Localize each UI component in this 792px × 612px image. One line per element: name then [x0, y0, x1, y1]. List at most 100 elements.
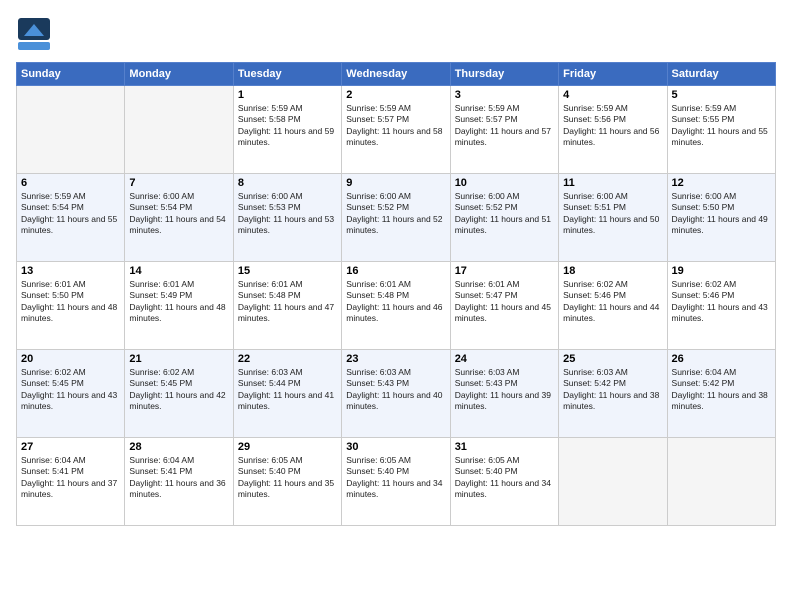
- calendar-cell: 5 Sunrise: 5:59 AM Sunset: 5:55 PM Daylig…: [667, 86, 775, 174]
- calendar-cell: 24 Sunrise: 6:03 AM Sunset: 5:43 PM Dayli…: [450, 350, 558, 438]
- day-number: 23: [346, 353, 445, 365]
- page-header: [16, 16, 776, 52]
- day-info: Sunrise: 6:02 AM Sunset: 5:46 PM Dayligh…: [672, 279, 771, 325]
- day-number: 15: [238, 265, 337, 277]
- calendar-cell: 22 Sunrise: 6:03 AM Sunset: 5:44 PM Dayli…: [233, 350, 341, 438]
- day-info: Sunrise: 5:59 AM Sunset: 5:57 PM Dayligh…: [455, 103, 554, 149]
- day-number: 21: [129, 353, 228, 365]
- calendar-cell: 1 Sunrise: 5:59 AM Sunset: 5:58 PM Daylig…: [233, 86, 341, 174]
- day-info: Sunrise: 6:04 AM Sunset: 5:42 PM Dayligh…: [672, 367, 771, 413]
- day-number: 25: [563, 353, 662, 365]
- calendar-week-2: 6 Sunrise: 5:59 AM Sunset: 5:54 PM Daylig…: [17, 174, 776, 262]
- calendar-cell: 2Sunrise: 5:59 AM Sunset: 5:57 PM Daylig…: [342, 86, 450, 174]
- day-info: Sunrise: 6:03 AM Sunset: 5:43 PM Dayligh…: [346, 367, 445, 413]
- calendar-week-4: 20 Sunrise: 6:02 AM Sunset: 5:45 PM Dayli…: [17, 350, 776, 438]
- day-info: Sunrise: 6:00 AM Sunset: 5:53 PM Dayligh…: [238, 191, 337, 237]
- calendar-header-saturday: Saturday: [667, 63, 775, 86]
- calendar-cell: 20 Sunrise: 6:02 AM Sunset: 5:45 PM Dayli…: [17, 350, 125, 438]
- calendar-cell: [125, 86, 233, 174]
- calendar-cell: [559, 438, 667, 526]
- day-number: 17: [455, 265, 554, 277]
- day-number: 31: [455, 441, 554, 453]
- calendar-cell: 10 Sunrise: 6:00 AM Sunset: 5:52 PM Dayli…: [450, 174, 558, 262]
- calendar-cell: 16 Sunrise: 6:01 AM Sunset: 5:48 PM Dayli…: [342, 262, 450, 350]
- calendar-cell: 30Sunrise: 6:05 AM Sunset: 5:40 PM Dayli…: [342, 438, 450, 526]
- day-info: Sunrise: 6:00 AM Sunset: 5:50 PM Dayligh…: [672, 191, 771, 237]
- calendar-cell: 6 Sunrise: 5:59 AM Sunset: 5:54 PM Daylig…: [17, 174, 125, 262]
- calendar-cell: 21 Sunrise: 6:02 AM Sunset: 5:45 PM Dayli…: [125, 350, 233, 438]
- calendar-header-thursday: Thursday: [450, 63, 558, 86]
- day-info: Sunrise: 6:01 AM Sunset: 5:49 PM Dayligh…: [129, 279, 228, 325]
- calendar-cell: 28Sunrise: 6:04 AM Sunset: 5:41 PM Dayli…: [125, 438, 233, 526]
- day-info: Sunrise: 5:59 AM Sunset: 5:58 PM Dayligh…: [238, 103, 337, 149]
- day-number: 16: [346, 265, 445, 277]
- calendar-body: 1 Sunrise: 5:59 AM Sunset: 5:58 PM Daylig…: [17, 86, 776, 526]
- calendar-cell: [17, 86, 125, 174]
- calendar-cell: 11Sunrise: 6:00 AM Sunset: 5:51 PM Dayli…: [559, 174, 667, 262]
- day-info: Sunrise: 6:03 AM Sunset: 5:44 PM Dayligh…: [238, 367, 337, 413]
- day-info: Sunrise: 6:03 AM Sunset: 5:42 PM Dayligh…: [563, 367, 662, 413]
- day-number: 20: [21, 353, 120, 365]
- day-info: Sunrise: 5:59 AM Sunset: 5:54 PM Dayligh…: [21, 191, 120, 237]
- calendar-header-wednesday: Wednesday: [342, 63, 450, 86]
- calendar-cell: 19 Sunrise: 6:02 AM Sunset: 5:46 PM Dayli…: [667, 262, 775, 350]
- day-number: 29: [238, 441, 337, 453]
- calendar-cell: 9 Sunrise: 6:00 AM Sunset: 5:52 PM Daylig…: [342, 174, 450, 262]
- day-info: Sunrise: 6:00 AM Sunset: 5:52 PM Dayligh…: [346, 191, 445, 237]
- day-number: 10: [455, 177, 554, 189]
- calendar-cell: 27 Sunrise: 6:04 AM Sunset: 5:41 PM Dayli…: [17, 438, 125, 526]
- calendar-cell: 12 Sunrise: 6:00 AM Sunset: 5:50 PM Dayli…: [667, 174, 775, 262]
- day-number: 13: [21, 265, 120, 277]
- day-number: 18: [563, 265, 662, 277]
- day-info: Sunrise: 6:01 AM Sunset: 5:47 PM Dayligh…: [455, 279, 554, 325]
- day-number: 7: [129, 177, 228, 189]
- day-number: 9: [346, 177, 445, 189]
- day-number: 19: [672, 265, 771, 277]
- day-info: Sunrise: 6:00 AM Sunset: 5:54 PM Dayligh…: [129, 191, 228, 237]
- calendar-cell: 15Sunrise: 6:01 AM Sunset: 5:48 PM Dayli…: [233, 262, 341, 350]
- calendar-header-row: SundayMondayTuesdayWednesdayThursdayFrid…: [17, 63, 776, 86]
- day-number: 30: [346, 441, 445, 453]
- day-info: Sunrise: 6:00 AM Sunset: 5:52 PM Dayligh…: [455, 191, 554, 237]
- logo: [16, 16, 56, 52]
- calendar-cell: 25 Sunrise: 6:03 AM Sunset: 5:42 PM Dayli…: [559, 350, 667, 438]
- day-info: Sunrise: 6:02 AM Sunset: 5:45 PM Dayligh…: [21, 367, 120, 413]
- calendar-cell: [667, 438, 775, 526]
- day-info: Sunrise: 5:59 AM Sunset: 5:55 PM Dayligh…: [672, 103, 771, 149]
- calendar-header-friday: Friday: [559, 63, 667, 86]
- day-info: Sunrise: 6:01 AM Sunset: 5:48 PM Dayligh…: [346, 279, 445, 325]
- day-number: 27: [21, 441, 120, 453]
- day-number: 14: [129, 265, 228, 277]
- calendar-cell: 18Sunrise: 6:02 AM Sunset: 5:46 PM Dayli…: [559, 262, 667, 350]
- day-number: 11: [563, 177, 662, 189]
- day-number: 24: [455, 353, 554, 365]
- calendar-cell: 26 Sunrise: 6:04 AM Sunset: 5:42 PM Dayli…: [667, 350, 775, 438]
- calendar-cell: 3 Sunrise: 5:59 AM Sunset: 5:57 PM Daylig…: [450, 86, 558, 174]
- day-number: 22: [238, 353, 337, 365]
- day-info: Sunrise: 6:05 AM Sunset: 5:40 PM Dayligh…: [238, 455, 337, 501]
- day-number: 4: [563, 89, 662, 101]
- calendar-cell: 31 Sunrise: 6:05 AM Sunset: 5:40 PM Dayli…: [450, 438, 558, 526]
- day-number: 1: [238, 89, 337, 101]
- day-number: 26: [672, 353, 771, 365]
- day-number: 6: [21, 177, 120, 189]
- calendar-cell: 7 Sunrise: 6:00 AM Sunset: 5:54 PM Daylig…: [125, 174, 233, 262]
- day-info: Sunrise: 6:05 AM Sunset: 5:40 PM Dayligh…: [455, 455, 554, 501]
- calendar-cell: 13 Sunrise: 6:01 AM Sunset: 5:50 PM Dayli…: [17, 262, 125, 350]
- calendar-header-monday: Monday: [125, 63, 233, 86]
- logo-icon: [16, 16, 52, 52]
- calendar-week-5: 27 Sunrise: 6:04 AM Sunset: 5:41 PM Dayli…: [17, 438, 776, 526]
- day-number: 3: [455, 89, 554, 101]
- day-info: Sunrise: 6:02 AM Sunset: 5:45 PM Dayligh…: [129, 367, 228, 413]
- day-info: Sunrise: 6:04 AM Sunset: 5:41 PM Dayligh…: [21, 455, 120, 501]
- day-info: Sunrise: 6:03 AM Sunset: 5:43 PM Dayligh…: [455, 367, 554, 413]
- calendar-header-sunday: Sunday: [17, 63, 125, 86]
- day-info: Sunrise: 6:04 AM Sunset: 5:41 PM Dayligh…: [129, 455, 228, 501]
- day-number: 12: [672, 177, 771, 189]
- day-info: Sunrise: 5:59 AM Sunset: 5:57 PM Dayligh…: [346, 103, 445, 149]
- day-info: Sunrise: 6:01 AM Sunset: 5:50 PM Dayligh…: [21, 279, 120, 325]
- day-info: Sunrise: 5:59 AM Sunset: 5:56 PM Dayligh…: [563, 103, 662, 149]
- calendar-cell: 8Sunrise: 6:00 AM Sunset: 5:53 PM Daylig…: [233, 174, 341, 262]
- calendar-cell: 14 Sunrise: 6:01 AM Sunset: 5:49 PM Dayli…: [125, 262, 233, 350]
- day-number: 5: [672, 89, 771, 101]
